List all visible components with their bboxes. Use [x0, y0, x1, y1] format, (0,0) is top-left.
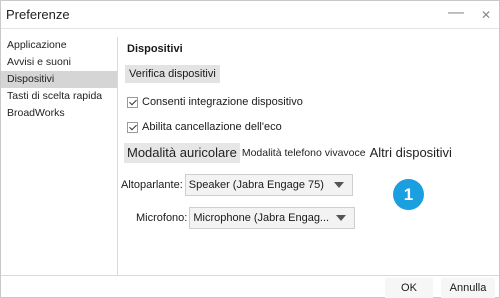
microphone-select-value: Microphone (Jabra Engag...	[193, 212, 330, 224]
sidebar-item-dispositivi[interactable]: Dispositivi	[1, 71, 117, 88]
tab-modalita-telefono-vivavoce[interactable]: Modalità telefono vivavoce	[240, 143, 368, 163]
echo-cancellation-checkbox-row[interactable]: Abilita cancellazione dell'eco	[127, 119, 282, 135]
section-heading: Dispositivi	[127, 43, 183, 55]
microphone-select[interactable]: Microphone (Jabra Engag...	[189, 207, 356, 229]
device-integration-checkbox-row[interactable]: Consenti integrazione dispositivo	[127, 94, 303, 110]
microphone-label: Microfono:	[136, 212, 188, 224]
main-panel: Dispositivi Verifica dispositivi Consent…	[119, 37, 499, 275]
cancel-button[interactable]: Annulla	[441, 278, 495, 298]
preferences-window: Preferenze — ✕ Applicazione Avvisi e suo…	[0, 0, 500, 298]
speaker-label: Altoparlante:	[121, 179, 183, 191]
sidebar-item-avvisi-e-suoni[interactable]: Avvisi e suoni	[1, 54, 117, 71]
minimize-icon[interactable]: —	[446, 5, 466, 25]
close-icon[interactable]: ✕	[476, 5, 496, 25]
mode-tabs: Modalità auricolare Modalità telefono vi…	[124, 143, 454, 163]
echo-cancellation-checkbox[interactable]	[127, 121, 138, 133]
step-number-badge: 1	[393, 179, 424, 210]
window-title: Preferenze	[6, 7, 70, 22]
sidebar-item-applicazione[interactable]: Applicazione	[1, 37, 117, 54]
title-bar: Preferenze — ✕	[1, 1, 499, 29]
chevron-down-icon	[336, 215, 347, 221]
speaker-select[interactable]: Speaker (Jabra Engage 75)	[184, 174, 353, 196]
tab-modalita-auricolare[interactable]: Modalità auricolare	[124, 143, 240, 163]
device-integration-checkbox[interactable]	[127, 96, 138, 108]
device-integration-label: Consenti integrazione dispositivo	[142, 96, 303, 108]
speaker-field: Altoparlante: Speaker (Jabra Engage 75)	[121, 174, 353, 196]
chevron-down-icon	[333, 182, 344, 188]
verify-devices-button[interactable]: Verifica dispositivi	[125, 65, 220, 83]
microphone-field: Microfono: Microphone (Jabra Engag...	[136, 207, 356, 229]
tab-altri-dispositivi[interactable]: Altri dispositivi	[368, 143, 454, 163]
dialog-footer: OK Annulla	[1, 275, 499, 298]
speaker-select-value: Speaker (Jabra Engage 75)	[188, 179, 324, 191]
sidebar-item-broadworks[interactable]: BroadWorks	[1, 105, 117, 122]
sidebar-item-tasti-di-scelta-rapida[interactable]: Tasti di scelta rapida	[1, 88, 117, 105]
sidebar: Applicazione Avvisi e suoni Dispositivi …	[1, 37, 118, 275]
echo-cancellation-label: Abilita cancellazione dell'eco	[142, 121, 282, 133]
ok-button[interactable]: OK	[385, 278, 433, 298]
